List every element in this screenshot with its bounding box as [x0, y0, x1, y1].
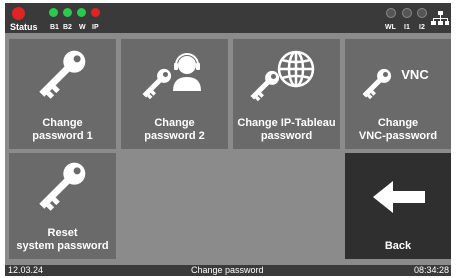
- change-password-1-button[interactable]: Change password 1: [9, 39, 116, 149]
- screen: Status B1 B2 W IP WL I1 I2 Change passwo…: [5, 3, 451, 276]
- bottom-bar: 12.03.24 Change password 08:34:28: [5, 265, 451, 276]
- key-icon: [39, 50, 86, 99]
- key-icon: [39, 162, 86, 211]
- indicator-label-ip: IP: [92, 24, 99, 31]
- indicator-label-w: W: [79, 24, 86, 31]
- indicator-label-wl: WL: [385, 24, 396, 31]
- time-display: 08:34:28: [413, 265, 449, 275]
- change-password-2-label: Change password 2: [144, 117, 205, 142]
- status-label: Status: [10, 22, 38, 32]
- indicator-label-i1: I1: [404, 24, 410, 31]
- reset-system-password-label: Reset system password: [16, 227, 109, 252]
- arrow-left-icon: [373, 181, 425, 213]
- vnc-key-icon: VNC: [362, 67, 429, 100]
- change-password-2-button[interactable]: Change password 2: [121, 39, 228, 149]
- indicator-led-i2: [417, 8, 427, 18]
- change-vnc-password-button[interactable]: VNC Change VNC-password: [345, 39, 451, 149]
- indicator-label-b1: B1: [50, 24, 59, 31]
- indicator-label-i2: I2: [419, 24, 425, 31]
- indicator-led-b2: [63, 8, 72, 17]
- globe-key-icon: [250, 50, 315, 102]
- change-vnc-password-label: Change VNC-password: [358, 117, 438, 142]
- network-icon: [431, 11, 449, 25]
- status-indicator-dot: [12, 7, 25, 20]
- indicator-led-w: [77, 8, 86, 17]
- indicator-led-wl: [386, 8, 396, 18]
- indicator-label-b2: B2: [63, 24, 72, 31]
- vnc-tag: VNC: [401, 67, 429, 82]
- change-ip-tableau-password-label: Change IP-Tableau password: [237, 117, 336, 142]
- date-display: 12.03.24: [8, 265, 44, 275]
- back-label: Back: [384, 240, 412, 252]
- indicator-led-ip: [91, 8, 100, 17]
- screen-title: Change password: [191, 265, 264, 275]
- reset-system-password-button[interactable]: Reset system password: [9, 153, 116, 259]
- status-bar: Status B1 B2 W IP WL I1 I2: [5, 3, 451, 33]
- indicator-led-i1: [402, 8, 412, 18]
- change-password-1-label: Change password 1: [32, 117, 93, 142]
- change-ip-tableau-password-button[interactable]: Change IP-Tableau password: [233, 39, 340, 149]
- support-agent-key-icon: [142, 53, 201, 100]
- back-button[interactable]: Back: [345, 153, 451, 259]
- indicator-led-b1: [49, 8, 58, 17]
